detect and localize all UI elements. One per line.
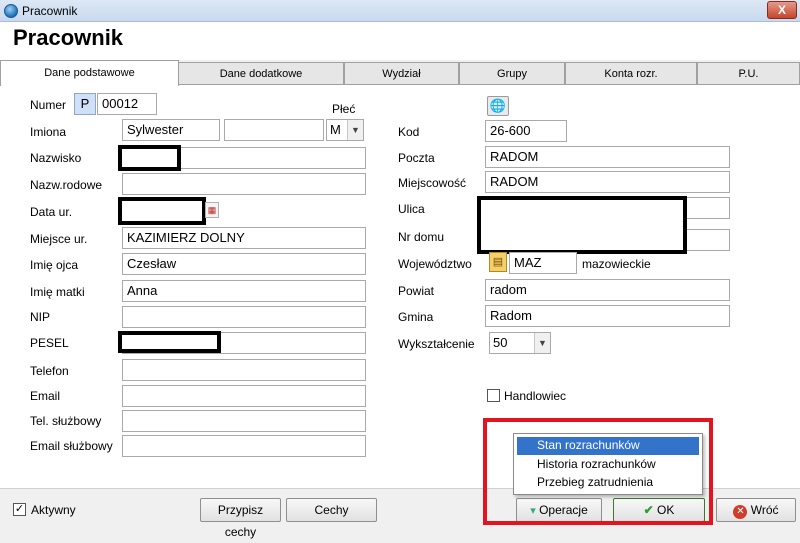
nr-domu-label: Nr domu <box>398 230 445 244</box>
tab-wydzial[interactable]: Wydział <box>344 62 459 85</box>
wojewodztwo-name: mazowieckie <box>582 257 651 271</box>
gmina-field[interactable]: Radom <box>485 305 730 327</box>
tel-sluzbowy-field[interactable] <box>122 410 366 432</box>
wroc-button[interactable]: ✕ Wróć <box>716 498 796 522</box>
tab-konta-rozr[interactable]: Konta rozr. <box>565 62 697 85</box>
numer-label: Numer <box>30 98 67 112</box>
email-sluzbowy-field[interactable] <box>122 435 366 457</box>
imiona-second-field[interactable] <box>224 119 324 141</box>
imie-matki-label: Imię matki <box>30 285 85 299</box>
nazwisko-label: Nazwisko <box>30 151 82 165</box>
powiat-label: Powiat <box>398 284 435 298</box>
imiona-label: Imiona <box>30 125 67 139</box>
aktywny-label: Aktywny <box>31 503 76 517</box>
telefon-field[interactable] <box>122 359 366 381</box>
imie-ojca-label: Imię ojca <box>30 258 79 272</box>
redaction-box <box>118 197 206 225</box>
plec-value: M <box>330 122 341 137</box>
imie-matki-field[interactable]: Anna <box>122 280 366 302</box>
powiat-field[interactable]: radom <box>485 279 730 301</box>
przypisz-cechy-button[interactable]: Przypisz cechy <box>200 498 281 539</box>
imiona-field[interactable]: Sylwester <box>122 119 220 141</box>
chevron-down-icon[interactable]: ▼ <box>347 120 363 140</box>
wojewodztwo-label: Województwo <box>398 257 472 271</box>
chevron-down-icon[interactable]: ▼ <box>534 333 550 353</box>
email-label: Email <box>30 389 61 403</box>
email-field[interactable] <box>122 385 366 407</box>
miejsce-ur-label: Miejsce ur. <box>30 232 88 246</box>
kod-field[interactable]: 26-600 <box>485 120 567 142</box>
handlowiec-label: Handlowiec <box>504 389 567 403</box>
tab-pu[interactable]: P.U. <box>697 62 800 85</box>
redaction-box <box>477 196 687 254</box>
poczta-field[interactable]: RADOM <box>485 146 730 168</box>
menu-item-historia-rozrachunkow[interactable]: Historia rozrachunków <box>517 456 699 474</box>
miejscowosc-field[interactable]: RADOM <box>485 171 730 193</box>
imie-ojca-field[interactable]: Czesław <box>122 253 366 275</box>
tab-grupy[interactable]: Grupy <box>459 62 565 85</box>
nip-label: NIP <box>30 310 51 324</box>
numer-prefix[interactable]: P <box>74 93 96 115</box>
page-title: Pracownik <box>13 25 124 50</box>
numer-field[interactable]: 00012 <box>97 93 157 115</box>
redaction-box <box>118 331 221 353</box>
kod-label: Kod <box>398 125 420 139</box>
book-icon[interactable]: ▤ <box>489 252 507 272</box>
email-sluzbowy-label: Email służbowy <box>30 439 113 453</box>
close-button[interactable]: X <box>767 1 797 19</box>
tab-bar: Dane podstawowe Dane dodatkowe Wydział G… <box>0 60 800 86</box>
wroc-label: Wróć <box>750 503 779 517</box>
header: Pracownik <box>0 22 800 60</box>
window-title: Pracownik <box>22 4 78 18</box>
title-bar: Pracownik X <box>0 0 800 22</box>
miejscowosc-label: Miejscowość <box>398 176 467 190</box>
tab-dane-dodatkowe[interactable]: Dane dodatkowe <box>178 62 344 85</box>
menu-item-przebieg-zatrudnienia[interactable]: Przebieg zatrudnienia <box>517 474 699 492</box>
plec-label: Płeć <box>332 102 356 116</box>
nip-field[interactable] <box>122 306 366 328</box>
nazw-rodowe-label: Nazw.rodowe <box>30 178 103 192</box>
globe-icon[interactable]: 🌐 <box>487 96 509 116</box>
wyksztalcenie-select[interactable]: 50 ▼ <box>489 332 551 354</box>
wyksztalcenie-label: Wykształcenie <box>398 337 475 351</box>
miejsce-ur-field[interactable]: KAZIMIERZ DOLNY <box>122 227 366 249</box>
redaction-box <box>118 145 181 171</box>
gmina-label: Gmina <box>398 310 434 324</box>
operacje-menu: Stan rozrachunków Historia rozrachunków … <box>513 433 703 495</box>
handlowiec-checkbox[interactable] <box>487 389 500 402</box>
tel-sluzbowy-label: Tel. służbowy <box>30 414 102 428</box>
cechy-button[interactable]: Cechy <box>286 498 377 522</box>
plec-select[interactable]: M ▼ <box>326 119 364 141</box>
tab-dane-podstawowe[interactable]: Dane podstawowe <box>0 60 179 86</box>
ulica-label: Ulica <box>398 202 425 216</box>
aktywny-checkbox[interactable]: ✓ <box>13 503 26 516</box>
calendar-icon[interactable]: ▦ <box>205 202 219 218</box>
wojewodztwo-code-field[interactable]: MAZ <box>509 252 577 274</box>
poczta-label: Poczta <box>398 151 435 165</box>
app-icon <box>4 4 18 18</box>
menu-item-stan-rozrachunkow[interactable]: Stan rozrachunków <box>517 437 699 455</box>
wyksztalcenie-value: 50 <box>493 335 508 350</box>
cancel-icon: ✕ <box>733 505 748 519</box>
data-ur-label: Data ur. <box>30 205 73 219</box>
nazw-rodowe-field[interactable] <box>122 173 366 195</box>
pesel-label: PESEL <box>30 336 69 350</box>
telefon-label: Telefon <box>30 364 69 378</box>
